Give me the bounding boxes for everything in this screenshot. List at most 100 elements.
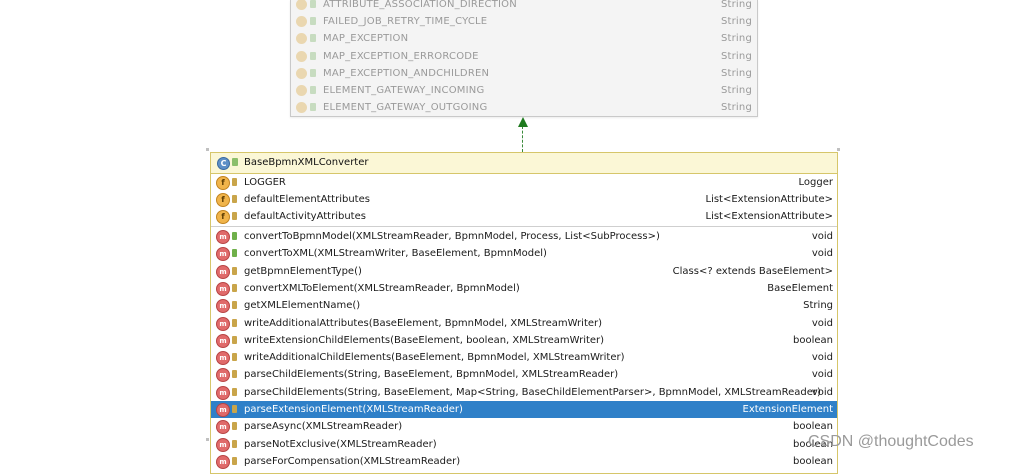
method-icon: m (216, 299, 230, 314)
class-icon: C (217, 157, 230, 170)
method-row[interactable]: m parseForCompensation(XMLStreamReader) bo… (211, 453, 837, 470)
field-type: List<ExtensionAttribute> (705, 194, 834, 205)
method-signature: convertToXML(XMLStreamWriter, BaseElemen… (244, 248, 547, 260)
field-type: String (720, 16, 752, 28)
method-icon: m (216, 230, 230, 244)
method-row[interactable]: m parseChildElements(String, BaseElement,… (211, 366, 837, 383)
method-icon: m (216, 437, 230, 452)
access-icon (232, 439, 237, 448)
method-icon: m (216, 316, 230, 331)
method-row[interactable]: m convertToXML(XMLStreamWriter, BaseEleme… (211, 245, 837, 262)
field-type: List<ExtensionAttribute> (705, 211, 834, 222)
method-row[interactable]: m parseChildElements(String, BaseElement,… (211, 384, 837, 401)
access-icon (232, 301, 237, 310)
field-icon (296, 102, 307, 114)
field-type: String (720, 50, 752, 62)
field-name: MAP_EXCEPTION_ANDCHILDREN (323, 67, 490, 79)
public-access-icon (310, 51, 316, 60)
interface-box: ATTRIBUTE_ASSOCIATION_DIRECTION String FAI… (290, 0, 758, 117)
method-signature: parseExtensionElement(XMLStreamReader) (244, 404, 463, 415)
field-name: defaultElementAttributes (244, 194, 370, 205)
field-name: ATTRIBUTE_ASSOCIATION_DIRECTION (323, 0, 517, 10)
field-type: String (720, 33, 752, 45)
field-icon: f (216, 176, 230, 190)
method-signature: getXMLElementName() (244, 300, 361, 312)
access-icon (232, 178, 237, 186)
method-signature: convertXMLToElement(XMLStreamReader, Bpm… (244, 282, 520, 294)
selection-marker (206, 148, 209, 151)
method-row[interactable]: m parseNotExclusive(XMLStreamReader) boole… (211, 436, 837, 453)
field-name: MAP_EXCEPTION (323, 33, 409, 45)
access-icon (232, 387, 237, 396)
interface-field-row[interactable]: MAP_EXCEPTION_ERRORCODE String (291, 48, 757, 65)
method-row[interactable]: m writeAdditionalAttributes(BaseElement, … (211, 315, 837, 332)
public-access-icon (310, 0, 316, 8)
method-row[interactable]: m parseAsync(XMLStreamReader) boolean (211, 418, 837, 435)
access-icon (232, 266, 237, 275)
interface-field-row[interactable]: MAP_EXCEPTION_ANDCHILDREN String (291, 65, 757, 82)
method-row-selected[interactable]: m parseExtensionElement(XMLStreamReader) E… (211, 401, 837, 418)
field-type: String (720, 102, 752, 114)
field-icon (296, 50, 307, 62)
method-row[interactable]: m writeAdditionalChildElements(BaseElemen… (211, 349, 837, 366)
interface-field-row[interactable]: FAILED_JOB_RETRY_TIME_CYCLE String (291, 13, 757, 30)
method-signature: writeExtensionChildElements(BaseElement,… (244, 334, 605, 346)
interface-field-row[interactable]: ATTRIBUTE_ASSOCIATION_DIRECTION String (291, 0, 757, 13)
access-icon (232, 335, 237, 344)
field-icon: f (216, 210, 230, 224)
access-icon (232, 318, 237, 327)
watermark: CSDN @thoughtCodes (808, 433, 974, 450)
method-icon: m (216, 247, 230, 262)
field-icon (296, 33, 307, 45)
section-divider (211, 226, 837, 227)
interface-field-row[interactable]: MAP_EXCEPTION String (291, 30, 757, 47)
method-signature: parseForCompensation(XMLStreamReader) (244, 455, 461, 467)
field-icon (296, 67, 307, 79)
method-return-type: boolean (793, 334, 833, 346)
access-icon (232, 353, 237, 362)
method-icon: m (216, 420, 230, 435)
public-access-icon (310, 34, 316, 43)
method-signature: parseNotExclusive(XMLStreamReader) (244, 438, 437, 450)
method-return-type: void (811, 386, 833, 398)
field-row[interactable]: f defaultActivityAttributes List<Extension… (211, 208, 837, 225)
method-icon: m (216, 264, 230, 279)
method-signature: convertToBpmnModel(XMLStreamReader, Bpmn… (244, 231, 660, 242)
field-row[interactable]: f LOGGER Logger (211, 174, 837, 191)
field-name: ELEMENT_GATEWAY_INCOMING (323, 85, 485, 96)
method-return-type: String (803, 300, 833, 312)
method-return-type: void (811, 369, 833, 381)
method-row[interactable]: m convertXMLToElement(XMLStreamReader, Bp… (211, 280, 837, 297)
method-icon: m (216, 281, 230, 296)
interface-field-row[interactable]: ELEMENT_GATEWAY_OUTGOING String (291, 99, 757, 116)
interface-field-row[interactable]: ELEMENT_GATEWAY_INCOMING String (291, 82, 757, 99)
method-row[interactable]: m convertToBpmnModel(XMLStreamReader, Bpm… (211, 228, 837, 245)
method-row[interactable]: m writeExtensionChildElements(BaseElement… (211, 332, 837, 349)
method-return-type: void (811, 231, 833, 242)
public-access-icon (310, 86, 316, 94)
field-name: ELEMENT_GATEWAY_OUTGOING (323, 102, 488, 114)
method-icon: m (216, 385, 230, 400)
class-box[interactable]: C BaseBpmnXMLConverter f LOGGER Logger f def… (210, 152, 838, 474)
method-return-type: ExtensionElement (742, 404, 834, 415)
field-row[interactable]: f defaultElementAttributes List<ExtensionA… (211, 191, 837, 208)
method-row[interactable]: m getBpmnElementType() Class<? extends Bas… (211, 263, 837, 280)
selection-marker (206, 438, 209, 441)
field-name: defaultActivityAttributes (244, 211, 366, 222)
method-icon: m (216, 351, 230, 366)
method-return-type: boolean (793, 455, 833, 467)
method-return-type: void (811, 248, 833, 260)
public-access-icon (310, 68, 316, 77)
method-return-type: void (811, 317, 833, 329)
method-signature: parseAsync(XMLStreamReader) (244, 421, 403, 433)
field-icon (296, 0, 307, 10)
field-type: String (720, 67, 752, 79)
method-row[interactable]: m getXMLElementName() String (211, 297, 837, 314)
method-icon: m (216, 333, 230, 348)
class-header[interactable]: C BaseBpmnXMLConverter (211, 153, 837, 174)
field-name: MAP_EXCEPTION_ERRORCODE (323, 50, 479, 62)
field-icon: f (216, 193, 230, 207)
public-access-icon (310, 103, 316, 112)
access-icon (232, 422, 237, 431)
field-type: Logger (798, 177, 833, 188)
